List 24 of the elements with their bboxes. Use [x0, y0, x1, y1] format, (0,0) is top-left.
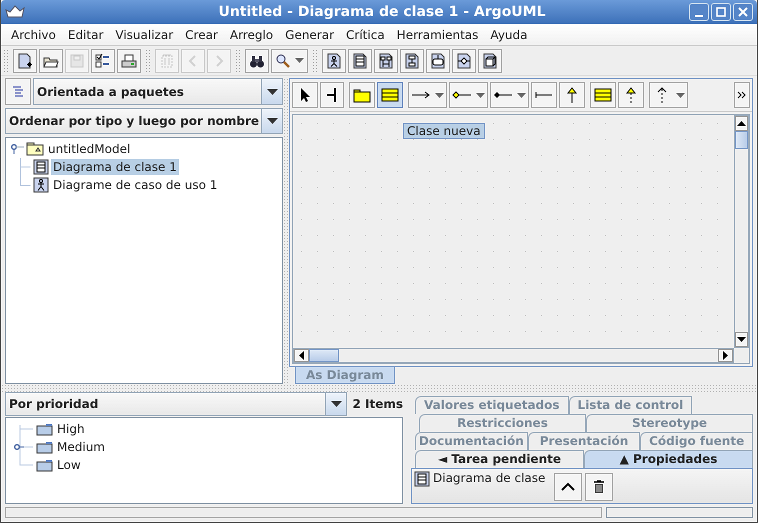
tree-item[interactable]: Medium	[55, 439, 107, 455]
tree-item[interactable]: Diagrama de clase 1	[51, 159, 179, 175]
tree-item[interactable]: untitledModel	[46, 141, 132, 157]
menu-item[interactable]: Crítica	[346, 28, 385, 42]
menu-item[interactable]: Editar	[68, 28, 104, 42]
tree-item[interactable]: High	[55, 421, 87, 437]
menu-item[interactable]: Crear	[185, 28, 218, 42]
menu-item[interactable]: Visualizar	[115, 28, 174, 42]
menu-item[interactable]: Arreglo	[230, 28, 274, 42]
perspective-dropdown[interactable]: Orientada a paquetes	[33, 78, 283, 105]
tree-item[interactable]: Low	[55, 457, 83, 473]
menu-item[interactable]: Archivo	[11, 28, 56, 42]
grouping-dropdown[interactable]: Por prioridad	[5, 392, 348, 416]
tooltip: Clase nueva	[403, 123, 485, 139]
tab[interactable]: ◄ Tarea pendiente	[415, 450, 584, 468]
menu-item[interactable]: Generar	[285, 28, 334, 42]
item-count: 2 Items	[352, 397, 403, 411]
tab[interactable]: ▲ Propiedades	[584, 450, 753, 468]
element-name: Diagrama de clase	[433, 471, 546, 485]
ordering-dropdown[interactable]: Ordenar por tipo y luego por nombre	[5, 108, 283, 134]
tree-item[interactable]: Diagrame de caso de uso 1	[51, 177, 220, 193]
menu-item[interactable]: Ayuda	[490, 28, 528, 42]
window-title: Untitled - Diagrama de clase 1 - ArgoUML	[217, 4, 547, 20]
menu-item[interactable]: Herramientas	[396, 28, 478, 42]
